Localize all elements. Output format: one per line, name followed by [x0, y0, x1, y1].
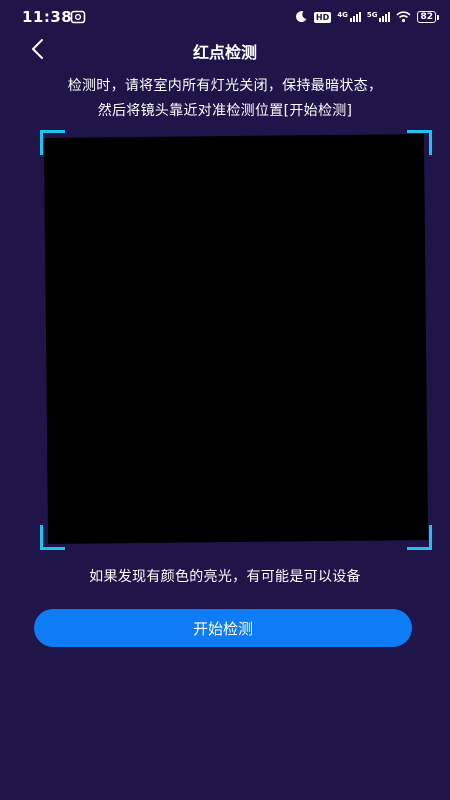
corner-bracket-bottom-left — [40, 525, 65, 550]
detection-hint: 如果发现有颜色的亮光，有可能是可以设备 — [89, 569, 361, 585]
notification-icon — [70, 10, 86, 24]
moon-icon — [295, 11, 307, 23]
red-dot-detection-screen: 11:38 HD 4G 5G 82 红点检测 检测时，请将室内所有灯光关闭，保持… — [0, 0, 450, 800]
corner-bracket-bottom-right — [407, 525, 432, 550]
camera-viewfinder — [40, 130, 432, 550]
signal-5g-label: 5G — [366, 11, 378, 19]
corner-bracket-top-left — [40, 130, 65, 155]
signal-5g-icon: 5G — [367, 12, 391, 22]
instructions-line-2: 然后将镜头靠近对准检测位置[开始检测] — [97, 103, 353, 119]
instructions: 检测时，请将室内所有灯光关闭，保持最暗状态， 然后将镜头靠近对准检测位置[开始检… — [0, 74, 450, 124]
page-title: 红点检测 — [192, 43, 257, 62]
instructions-line-1: 检测时，请将室内所有灯光关闭，保持最暗状态， — [67, 78, 383, 94]
start-detection-button[interactable]: 开始检测 — [34, 609, 412, 647]
signal-4g-label: 4G — [337, 11, 348, 19]
status-bar: 11:38 HD 4G 5G 82 — [0, 0, 450, 36]
wifi-icon — [396, 11, 412, 23]
camera-preview — [43, 134, 429, 544]
status-time: 11:38 — [22, 8, 73, 26]
hd-badge: HD — [313, 11, 332, 23]
corner-bracket-top-right — [407, 130, 432, 155]
battery-indicator: 82 — [417, 11, 439, 23]
signal-4g-icon: 4G — [337, 12, 361, 22]
status-icons: HD 4G 5G 82 — [294, 8, 439, 26]
